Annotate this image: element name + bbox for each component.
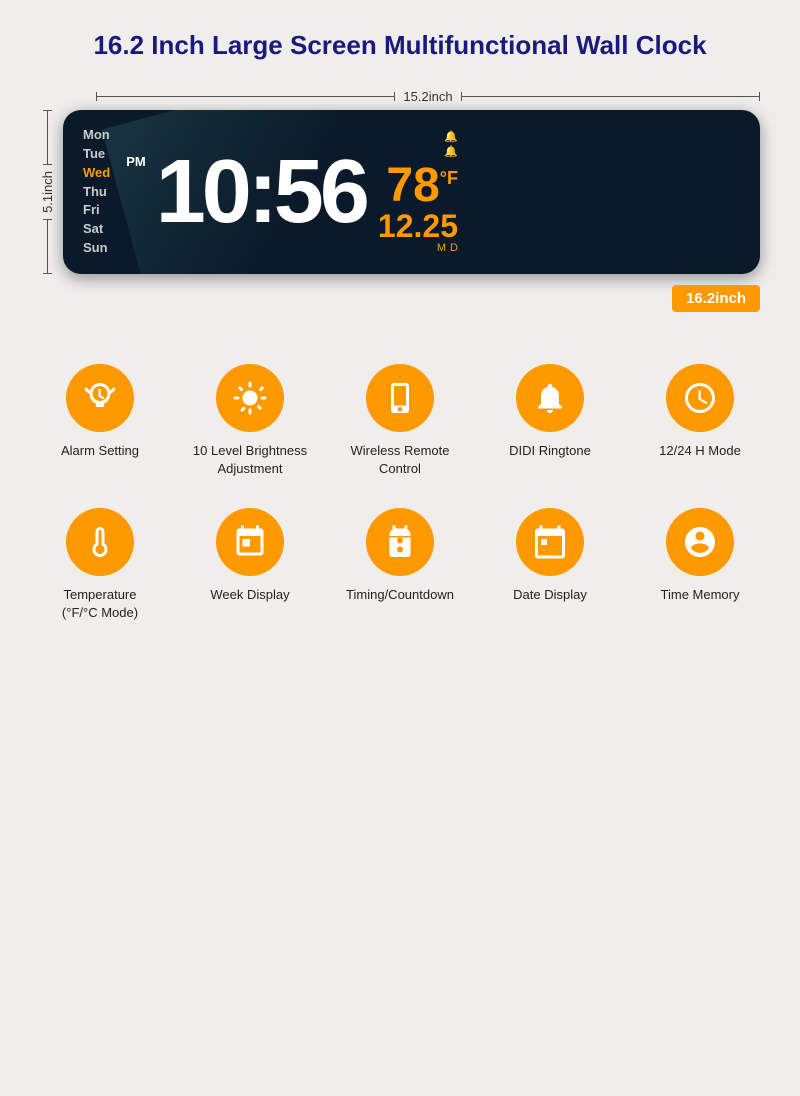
feature-countdown: Timing/Countdown (340, 508, 460, 622)
temperature-label: Temperature(°F/°C Mode) (62, 586, 138, 622)
remote-svg (382, 380, 418, 416)
week-label: Week Display (210, 586, 289, 604)
mode-svg (682, 380, 718, 416)
feature-mode: 12/24 H Mode (640, 364, 760, 478)
ringtone-svg (532, 380, 568, 416)
clock-section: 15.2inch 5.1inch Mon Tue Wed Thu Fri Sat (40, 89, 760, 294)
alarm-svg (82, 380, 118, 416)
alarm-icon-circle (66, 364, 134, 432)
memory-svg (682, 524, 718, 560)
day-tue: Tue (83, 145, 110, 164)
date-m-label: M (437, 242, 446, 254)
date-d-label: D (450, 242, 458, 254)
week-icon-circle (216, 508, 284, 576)
height-label: 5.1inch (40, 165, 55, 219)
size-badge: 16.2inch (672, 285, 760, 312)
mode-label: 12/24 H Mode (659, 442, 741, 460)
remote-icon-circle (366, 364, 434, 432)
ringtone-label: DIDI Ringtone (509, 442, 591, 460)
countdown-icon-circle (366, 508, 434, 576)
page-container: 16.2 Inch Large Screen Multifunctional W… (0, 0, 800, 1096)
memory-label: Time Memory (661, 586, 740, 604)
clock-days: Mon Tue Wed Thu Fri Sat Sun (83, 126, 110, 258)
day-sat: Sat (83, 220, 110, 239)
clock-right-panel: 🔔 🔔 78°F 12.25 M D (378, 130, 458, 254)
feature-memory: Time Memory (640, 508, 760, 622)
feature-alarm: Alarm Setting (40, 364, 160, 478)
features-row-1: Alarm Setting 10 Level Brightness Adjust… (40, 364, 760, 478)
clock-ampm: PM (126, 154, 146, 169)
date-label: Date Display (513, 586, 587, 604)
feature-date: Date Display (490, 508, 610, 622)
mode-icon-circle (666, 364, 734, 432)
alarm-icons: 🔔 🔔 (444, 130, 458, 158)
features-section: Alarm Setting 10 Level Brightness Adjust… (40, 364, 760, 653)
features-row-2: Temperature(°F/°C Mode) Week Display Tim… (40, 508, 760, 622)
temperature-svg (82, 524, 118, 560)
date-icon-circle (516, 508, 584, 576)
week-svg (232, 524, 268, 560)
ringtone-icon-circle (516, 364, 584, 432)
day-mon: Mon (83, 126, 110, 145)
temp-value: 78 (386, 159, 439, 212)
day-thu: Thu (83, 183, 110, 202)
alarm-icon-2: 🔔 (444, 145, 458, 158)
temperature-icon-circle (66, 508, 134, 576)
clock-date: 12.25 (378, 210, 458, 242)
memory-icon-circle (666, 508, 734, 576)
day-wed: Wed (83, 164, 110, 183)
remote-label: Wireless Remote Control (340, 442, 460, 478)
clock-display: Mon Tue Wed Thu Fri Sat Sun PM 10:56 🔔 🔔 (63, 110, 760, 274)
brightness-label: 10 Level Brightness Adjustment (190, 442, 310, 478)
feature-week: Week Display (190, 508, 310, 622)
feature-temperature: Temperature(°F/°C Mode) (40, 508, 160, 622)
alarm-icon-1: 🔔 (444, 130, 458, 143)
clock-temperature: 78°F (386, 162, 458, 210)
temp-unit: °F (440, 168, 458, 188)
height-dimension: 5.1inch (40, 110, 55, 274)
feature-ringtone: DIDI Ringtone (490, 364, 610, 478)
day-sun: Sun (83, 239, 110, 258)
countdown-label: Timing/Countdown (346, 586, 454, 604)
brightness-icon-circle (216, 364, 284, 432)
day-fri: Fri (83, 201, 110, 220)
clock-time: 10:56 (156, 147, 366, 237)
feature-remote: Wireless Remote Control (340, 364, 460, 478)
feature-brightness: 10 Level Brightness Adjustment (190, 364, 310, 478)
width-label: 15.2inch (395, 89, 460, 104)
alarm-label: Alarm Setting (61, 442, 139, 460)
page-title: 16.2 Inch Large Screen Multifunctional W… (20, 30, 780, 61)
countdown-svg (382, 524, 418, 560)
clock-date-labels: M D (437, 242, 458, 254)
brightness-svg (232, 380, 268, 416)
width-dimension: 15.2inch (40, 89, 760, 104)
date-svg (532, 524, 568, 560)
